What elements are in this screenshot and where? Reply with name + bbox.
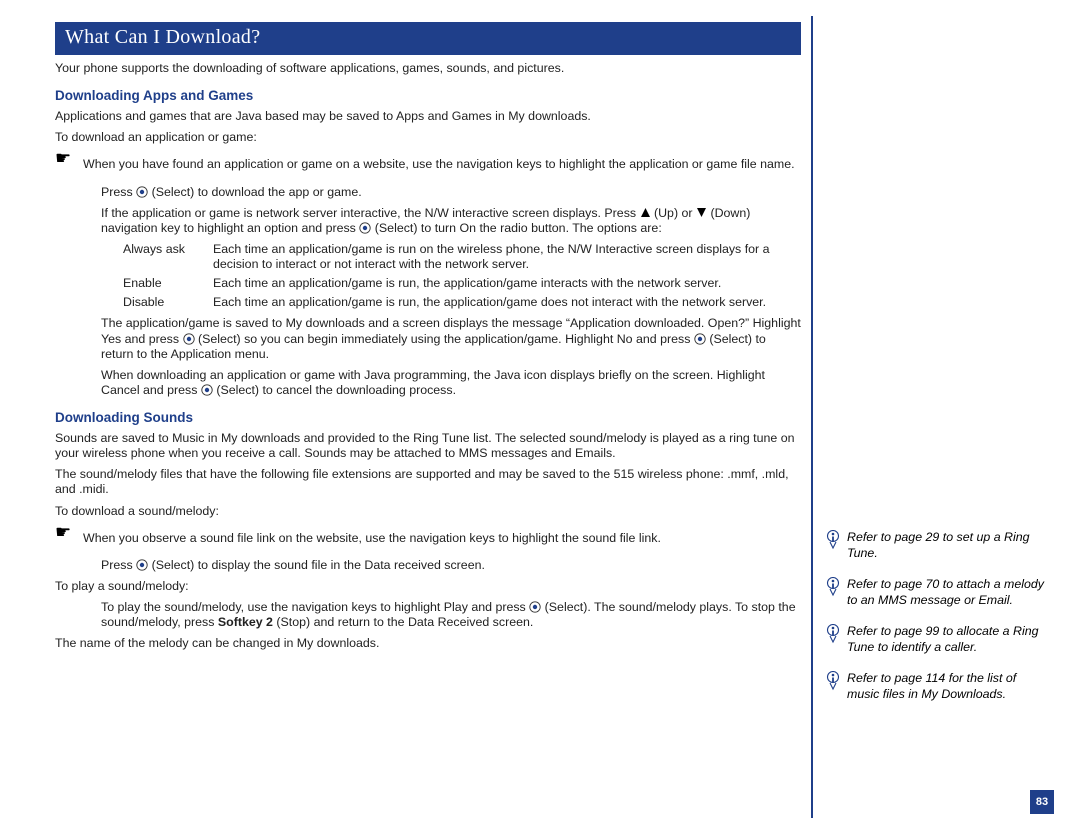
heading-apps: Downloading Apps and Games: [55, 88, 801, 103]
vertical-rule: [811, 16, 813, 818]
select-key-icon: [359, 222, 371, 234]
intro-text: Your phone supports the downloading of s…: [55, 61, 801, 76]
sidebar-note: Refer to page 114 for the list of music …: [825, 671, 1045, 702]
option-desc: Each time an application/game is run on …: [213, 242, 801, 272]
apps-paragraph-1: Applications and games that are Java bas…: [55, 109, 801, 124]
heading-sounds: Downloading Sounds: [55, 410, 801, 425]
sounds-paragraph-3: To download a sound/melody:: [55, 504, 801, 519]
select-key-icon: [183, 333, 195, 345]
sounds-play-instructions: To play the sound/melody, use the naviga…: [55, 600, 801, 630]
select-key-icon: [136, 559, 148, 571]
option-row: Always ask Each time an application/game…: [123, 242, 801, 272]
options-block: Always ask Each time an application/game…: [55, 242, 801, 311]
text-part: (Up) or: [654, 206, 696, 220]
apps-sub-3: The application/game is saved to My down…: [55, 316, 801, 361]
sounds-paragraph-5: The name of the melody can be changed in…: [55, 636, 801, 651]
sidebar-note: Refer to page 70 to attach a melody to a…: [825, 577, 1045, 608]
text-part: (Select) so you can begin immediately us…: [198, 332, 694, 346]
select-key-icon: [694, 333, 706, 345]
text-part: To play the sound/melody, use the naviga…: [101, 600, 529, 614]
sounds-paragraph-2: The sound/melody files that have the fol…: [55, 467, 801, 497]
text-part: Press: [101, 558, 136, 572]
note-text: Refer to page 29 to set up a Ring Tune.: [847, 530, 1045, 561]
apps-sub-2: If the application or game is network se…: [55, 206, 801, 236]
text-part: (Select) to display the sound file in th…: [152, 558, 485, 572]
pointing-hand-icon: ☛: [55, 525, 83, 539]
text-part: If the application or game is network se…: [101, 206, 640, 220]
sounds-sub-1: Press (Select) to display the sound file…: [55, 558, 801, 573]
sounds-paragraph-4: To play a sound/melody:: [55, 579, 801, 594]
note-text: Refer to page 114 for the list of music …: [847, 671, 1045, 702]
select-key-icon: [201, 384, 213, 396]
sounds-paragraph-1: Sounds are saved to Music in My download…: [55, 431, 801, 461]
bullet-text: When you have found an application or ga…: [83, 157, 801, 172]
bullet-text: When you observe a sound file link on th…: [83, 531, 801, 546]
sidebar-note: Refer to page 99 to allocate a Ring Tune…: [825, 624, 1045, 655]
down-arrow-icon: [696, 207, 707, 218]
softkey-label: Softkey 2: [218, 615, 273, 629]
note-icon: [825, 530, 847, 555]
bullet-apps-1: ☛ When you have found an application or …: [55, 151, 801, 178]
pointing-hand-icon: ☛: [55, 151, 83, 165]
main-column: What Can I Download? Your phone supports…: [55, 22, 801, 651]
note-text: Refer to page 99 to allocate a Ring Tune…: [847, 624, 1045, 655]
option-desc: Each time an application/game is run, th…: [213, 295, 801, 310]
apps-sub-1: Press (Select) to download the app or ga…: [55, 185, 801, 200]
select-key-icon: [136, 186, 148, 198]
up-arrow-icon: [640, 207, 651, 218]
note-icon: [825, 577, 847, 602]
page-number: 83: [1030, 790, 1054, 814]
sidebar-notes: Refer to page 29 to set up a Ring Tune. …: [825, 520, 1045, 718]
text-part: (Select) to download the app or game.: [152, 185, 362, 199]
text-part: (Stop) and return to the Data Received s…: [276, 615, 533, 629]
option-row: Disable Each time an application/game is…: [123, 295, 801, 310]
option-label: Always ask: [123, 242, 213, 272]
bullet-sounds-1: ☛ When you observe a sound file link on …: [55, 525, 801, 552]
sidebar-note: Refer to page 29 to set up a Ring Tune.: [825, 530, 1045, 561]
option-label: Disable: [123, 295, 213, 310]
option-label: Enable: [123, 276, 213, 291]
page-title: What Can I Download?: [55, 22, 801, 55]
note-icon: [825, 671, 847, 696]
apps-sub-4: When downloading an application or game …: [55, 368, 801, 398]
text-part: Press: [101, 185, 136, 199]
note-icon: [825, 624, 847, 649]
note-text: Refer to page 70 to attach a melody to a…: [847, 577, 1045, 608]
text-part: (Select) to cancel the downloading proce…: [216, 383, 456, 397]
select-key-icon: [529, 601, 541, 613]
apps-paragraph-2: To download an application or game:: [55, 130, 801, 145]
text-part: (Select) to turn On the radio button. Th…: [375, 221, 662, 235]
page-container: What Can I Download? Your phone supports…: [0, 0, 1080, 834]
option-row: Enable Each time an application/game is …: [123, 276, 801, 291]
option-desc: Each time an application/game is run, th…: [213, 276, 801, 291]
